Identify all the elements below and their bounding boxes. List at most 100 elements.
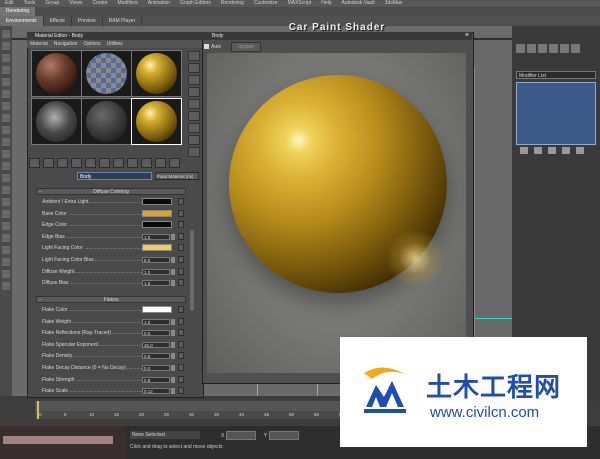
spinner-icon[interactable]: [171, 280, 175, 287]
color-swatch[interactable]: [142, 198, 172, 205]
material-slot-selected[interactable]: [131, 98, 182, 145]
tool-icon[interactable]: [2, 282, 10, 290]
make-unique-icon[interactable]: [99, 158, 110, 168]
material-slot[interactable]: [81, 50, 132, 97]
menu-item[interactable]: Autodesk Vault: [337, 0, 380, 7]
menu-item[interactable]: Group: [40, 0, 64, 7]
tool-icon[interactable]: [2, 114, 10, 122]
param-value-field[interactable]: 45.0: [142, 341, 170, 348]
tool-icon[interactable]: [2, 42, 10, 50]
map-button[interactable]: [178, 364, 184, 371]
utilities-tab-icon[interactable]: [571, 44, 580, 53]
spinner-icon[interactable]: [171, 233, 175, 240]
spinner-icon[interactable]: [171, 376, 175, 383]
param-value-field[interactable]: 0.0: [142, 365, 170, 371]
make-preview-icon[interactable]: [188, 111, 200, 121]
tool-icon[interactable]: [2, 78, 10, 86]
map-button[interactable]: [178, 306, 184, 313]
make-copy-icon[interactable]: [85, 158, 96, 168]
tool-icon[interactable]: [2, 126, 10, 134]
backlight-icon[interactable]: [188, 63, 200, 73]
maxscript-input[interactable]: [3, 436, 113, 444]
param-value-field[interactable]: 0.5: [142, 353, 170, 360]
modifier-list-dropdown[interactable]: Modifier List: [516, 71, 596, 79]
menu-item[interactable]: MAXScript: [283, 0, 317, 7]
material-menu-item[interactable]: Material: [27, 40, 51, 48]
uv-tiling-icon[interactable]: [188, 87, 200, 97]
param-value-field[interactable]: 0.0: [142, 330, 170, 337]
tool-icon[interactable]: [2, 66, 10, 74]
menu-item[interactable]: Create: [87, 0, 112, 7]
tool-icon[interactable]: [2, 234, 10, 242]
map-button[interactable]: [178, 387, 184, 395]
tool-icon[interactable]: [2, 198, 10, 206]
spinner-icon[interactable]: [171, 365, 175, 371]
menu-item[interactable]: Tools: [19, 0, 41, 7]
material-menu-item[interactable]: Utilities: [104, 40, 126, 48]
reset-map-icon[interactable]: [71, 158, 82, 168]
auto-checkbox[interactable]: [204, 44, 209, 50]
select-by-material-icon[interactable]: [188, 135, 200, 145]
render-window-titlebar[interactable]: Body ×: [202, 32, 472, 40]
tool-icon[interactable]: [2, 138, 10, 146]
color-swatch[interactable]: [142, 244, 172, 252]
x-coordinate-field[interactable]: [226, 431, 257, 440]
toolbar-button[interactable]: Environments: [0, 16, 44, 26]
spinner-icon[interactable]: [171, 318, 175, 325]
spinner-icon[interactable]: [171, 388, 175, 395]
menu-item[interactable]: 3dsMax: [380, 0, 408, 7]
show-map-icon[interactable]: [141, 158, 152, 168]
param-value-field[interactable]: 1.0: [142, 318, 170, 325]
map-button[interactable]: [178, 317, 184, 325]
material-slot[interactable]: [131, 50, 182, 97]
material-navigator-icon[interactable]: [188, 147, 200, 157]
param-value-field[interactable]: 1.0: [142, 268, 170, 275]
param-value-field[interactable]: 8.0: [142, 257, 170, 263]
material-editor-scrollbar[interactable]: [190, 230, 194, 310]
toolbar-button[interactable]: RAM Player: [103, 16, 143, 26]
material-menu-item[interactable]: Navigation: [51, 40, 81, 48]
menu-item[interactable]: Customize: [249, 0, 283, 7]
param-value-field[interactable]: 0.8: [142, 376, 170, 383]
spinner-icon[interactable]: [171, 353, 175, 360]
show-end-result-icon[interactable]: [155, 158, 166, 168]
material-type-button[interactable]: Paint Material (mi): [155, 172, 199, 180]
time-slider-handle[interactable]: [37, 401, 39, 419]
spinner-icon[interactable]: [171, 341, 175, 348]
menu-item[interactable]: Animation: [143, 0, 175, 7]
tool-icon[interactable]: [2, 90, 10, 98]
map-button[interactable]: [178, 375, 184, 383]
tool-icon[interactable]: [2, 102, 10, 110]
menu-item[interactable]: Help: [316, 0, 336, 7]
update-button[interactable]: Update: [230, 42, 261, 52]
toolbar-button[interactable]: Effects: [44, 16, 72, 26]
put-to-scene-icon[interactable]: [43, 158, 54, 168]
color-swatch[interactable]: [142, 306, 172, 313]
map-button[interactable]: [178, 209, 184, 217]
tool-icon[interactable]: [2, 162, 10, 170]
ribbon-tab[interactable]: Rendering: [0, 7, 36, 16]
material-menu-item[interactable]: Options: [80, 40, 103, 48]
rollout-diffuse-coloring[interactable]: − Diffuse Coloring: [36, 188, 186, 195]
close-icon[interactable]: ×: [465, 32, 469, 40]
background-icon[interactable]: [188, 75, 200, 85]
spinner-icon[interactable]: [171, 330, 175, 337]
map-button[interactable]: [178, 267, 184, 275]
toolbar-button[interactable]: Preview: [72, 16, 103, 26]
material-name-field[interactable]: Body: [77, 172, 152, 180]
options-icon[interactable]: [188, 123, 200, 133]
video-color-check-icon[interactable]: [188, 99, 200, 109]
maxscript-listener[interactable]: [0, 426, 125, 459]
menu-item[interactable]: Modifiers: [112, 0, 142, 7]
tool-icon[interactable]: [2, 54, 10, 62]
color-swatch[interactable]: [142, 221, 172, 229]
spinner-icon[interactable]: [171, 268, 175, 275]
show-end-result-icon[interactable]: [534, 147, 542, 154]
material-slot[interactable]: [81, 98, 132, 145]
get-material-icon[interactable]: [29, 158, 40, 168]
material-editor-titlebar[interactable]: Material Editor - Body: [27, 32, 202, 40]
motion-tab-icon[interactable]: [549, 44, 558, 53]
map-button[interactable]: [178, 279, 184, 287]
menu-item[interactable]: Edit: [0, 0, 19, 7]
put-to-library-icon[interactable]: [113, 158, 124, 168]
